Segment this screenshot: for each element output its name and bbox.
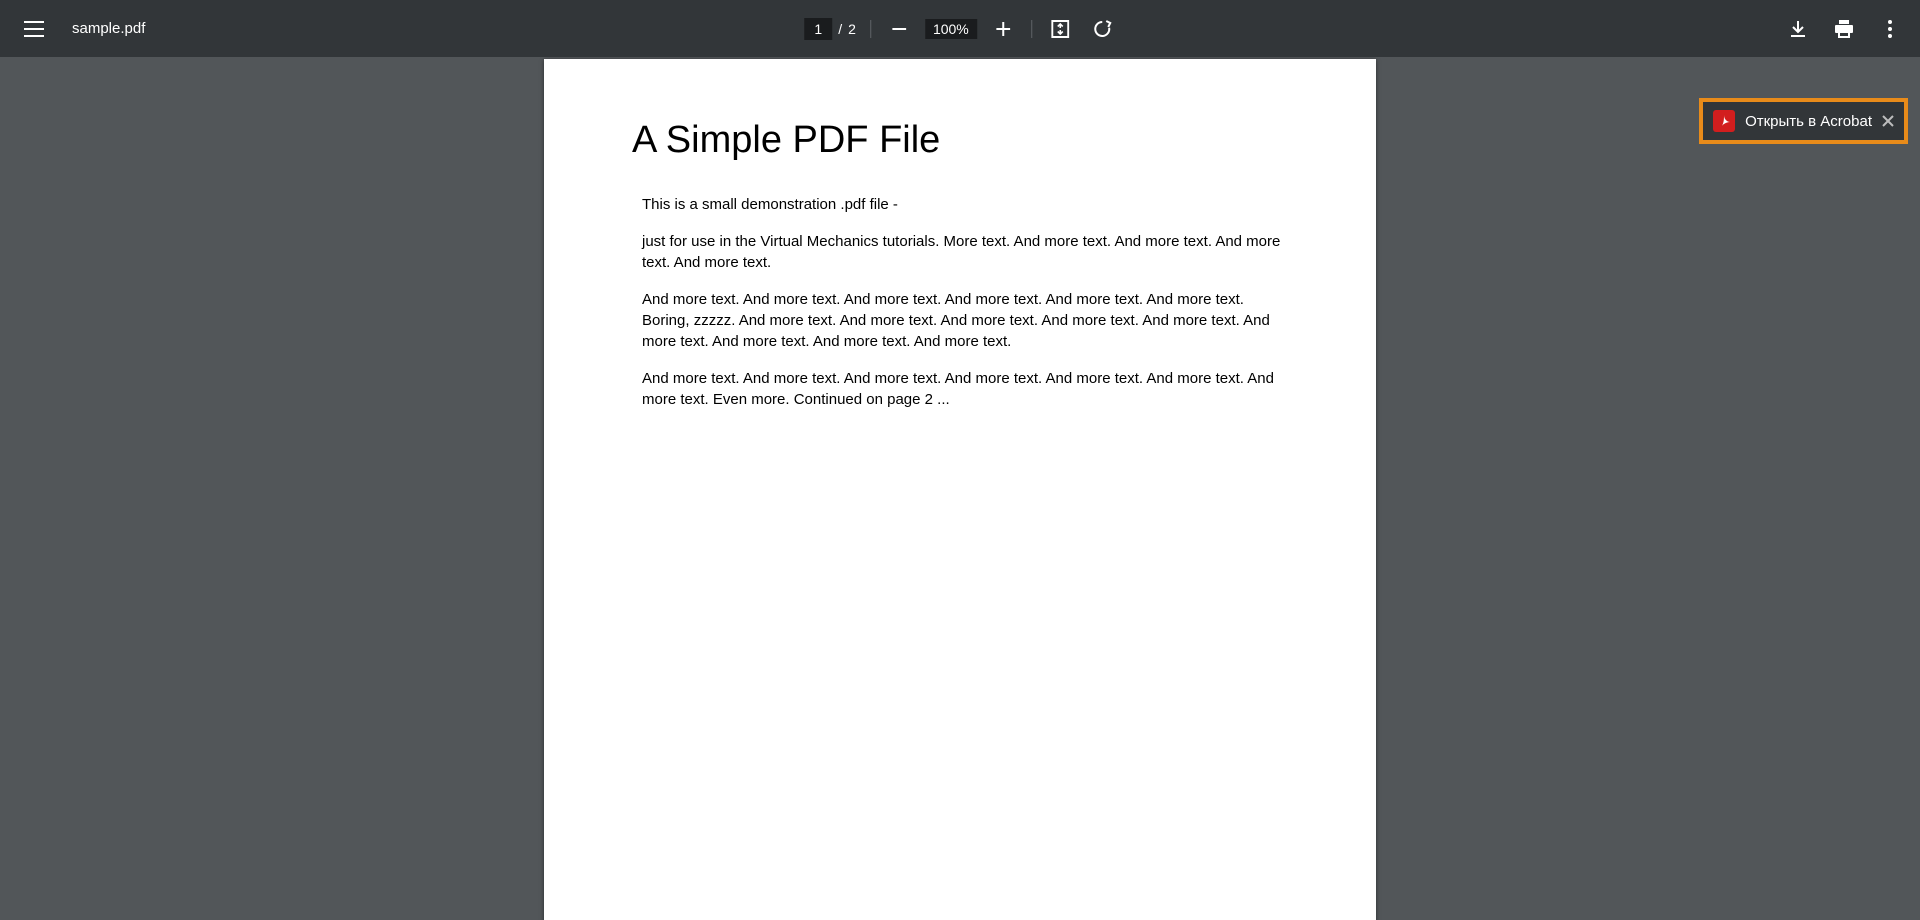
pdf-toolbar: sample.pdf / 2 100%	[0, 0, 1920, 57]
page-indicator: / 2	[804, 18, 856, 40]
page-separator: /	[838, 21, 842, 37]
paragraph: And more text. And more text. And more t…	[632, 368, 1288, 410]
minus-icon	[892, 28, 906, 30]
print-icon	[1834, 20, 1854, 38]
paragraph: This is a small demonstration .pdf file …	[632, 194, 1288, 215]
print-button[interactable]	[1830, 15, 1858, 43]
more-options-button[interactable]	[1876, 15, 1904, 43]
plus-icon	[996, 22, 1010, 36]
open-in-acrobat-callout: Открыть в Acrobat	[1699, 98, 1908, 144]
file-name: sample.pdf	[72, 20, 145, 37]
toolbar-right	[1784, 15, 1904, 43]
toolbar-left: sample.pdf	[16, 11, 145, 47]
menu-button[interactable]	[16, 11, 52, 47]
close-icon	[1882, 115, 1894, 127]
page-total: 2	[848, 21, 856, 37]
more-vertical-icon	[1888, 20, 1892, 38]
download-button[interactable]	[1784, 15, 1812, 43]
zoom-controls: 100%	[885, 15, 1017, 43]
paragraph: And more text. And more text. And more t…	[632, 289, 1288, 352]
zoom-level: 100%	[925, 19, 977, 39]
fit-to-page-button[interactable]	[1046, 15, 1074, 43]
close-acrobat-callout-button[interactable]	[1882, 115, 1894, 127]
toolbar-center: / 2 100%	[804, 15, 1116, 43]
zoom-in-button[interactable]	[989, 15, 1017, 43]
acrobat-icon	[1713, 110, 1735, 132]
pdf-page: A Simple PDF File This is a small demons…	[544, 59, 1376, 920]
document-title: A Simple PDF File	[632, 119, 1288, 162]
rotate-icon	[1092, 19, 1112, 39]
acrobat-label[interactable]: Открыть в Acrobat	[1745, 113, 1872, 130]
zoom-out-button[interactable]	[885, 15, 913, 43]
separator	[870, 20, 871, 38]
fit-page-icon	[1051, 20, 1069, 38]
paragraph: just for use in the Virtual Mechanics tu…	[632, 231, 1288, 273]
rotate-button[interactable]	[1088, 15, 1116, 43]
pdf-viewer[interactable]: A Simple PDF File This is a small demons…	[0, 57, 1920, 920]
hamburger-icon	[24, 21, 44, 37]
separator	[1031, 20, 1032, 38]
page-number-input[interactable]	[804, 18, 832, 40]
download-icon	[1789, 20, 1807, 38]
